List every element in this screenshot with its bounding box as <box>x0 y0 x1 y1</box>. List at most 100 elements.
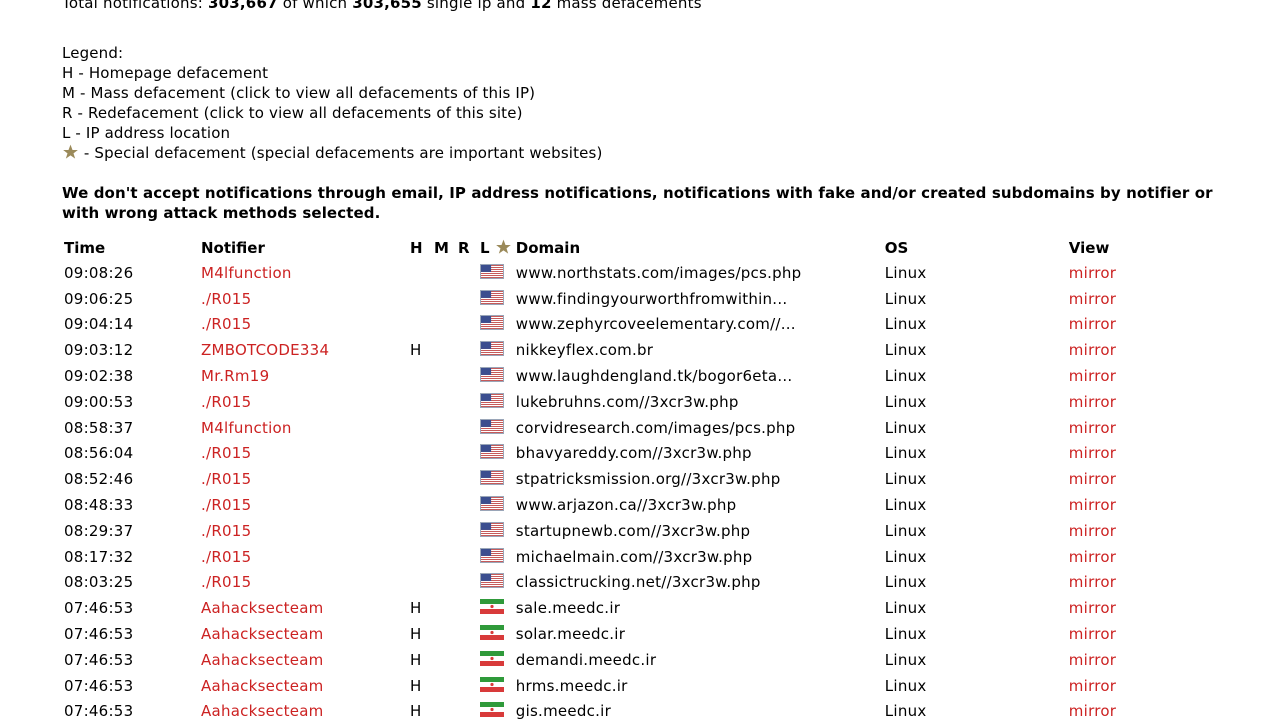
row-notifier: ./R015 <box>197 518 406 544</box>
row-h <box>406 260 430 286</box>
notifier-link[interactable]: ./R015 <box>201 315 251 333</box>
mirror-link[interactable]: mirror <box>1069 599 1116 617</box>
mirror-link[interactable]: mirror <box>1069 496 1116 514</box>
table-row: 07:46:53 Aahacksecteam Hsale.meedc.ir Linux… <box>60 595 1159 621</box>
row-notifier: Aahacksecteam <box>197 647 406 673</box>
row-os: Linux <box>884 496 927 515</box>
row-r <box>454 570 476 596</box>
row-m <box>430 286 454 312</box>
row-m <box>430 337 454 363</box>
notifier-link[interactable]: ZMBOTCODE334 <box>201 341 329 359</box>
mirror-link[interactable]: mirror <box>1069 702 1116 720</box>
mirror-link[interactable]: mirror <box>1069 393 1116 411</box>
row-os: Linux <box>884 676 927 695</box>
iran-flag-icon <box>480 625 504 641</box>
mirror-link[interactable]: mirror <box>1069 677 1116 695</box>
notifier-link[interactable]: Aahacksecteam <box>201 677 324 695</box>
notifier-link[interactable]: Aahacksecteam <box>201 702 324 720</box>
notifier-link[interactable]: ./R015 <box>201 393 251 411</box>
row-r <box>454 595 476 621</box>
table-row: 09:00:53 ./R015 lukebruhns.com//3xcr3w.php… <box>60 389 1159 415</box>
row-h: H <box>410 599 422 618</box>
row-domain: nikkeyflex.com.br <box>515 341 654 360</box>
page-content: Total notifications: 303,667 of which 30… <box>62 0 1252 223</box>
row-view: mirror <box>1065 415 1159 441</box>
row-h: H <box>410 676 422 695</box>
table-row: 09:04:14 ./R015 www.zephyrcoveelementary.c… <box>60 312 1159 338</box>
row-domain: startupnewb.com//3xcr3w.php <box>515 521 751 540</box>
row-os: Linux <box>884 573 927 592</box>
row-time: 08:29:37 <box>64 521 134 540</box>
us-flag-icon <box>480 496 504 512</box>
row-m <box>430 312 454 338</box>
row-h: H <box>410 650 422 669</box>
mirror-link[interactable]: mirror <box>1069 573 1116 591</box>
col-time: Time <box>64 239 106 257</box>
row-location <box>476 647 512 673</box>
row-m <box>430 415 454 441</box>
notifier-link[interactable]: M4lfunction <box>201 264 292 282</box>
row-r <box>454 492 476 518</box>
mirror-link[interactable]: mirror <box>1069 444 1116 462</box>
mass-count: 12 <box>530 0 552 12</box>
row-time: 08:17:32 <box>64 547 134 566</box>
table-header-row: Time Notifier H M R L Domain OS View <box>60 236 1159 260</box>
row-view: mirror <box>1065 286 1159 312</box>
row-os: Linux <box>884 289 927 308</box>
row-h <box>406 441 430 467</box>
notification-policy-notice: We don't accept notifications through em… <box>62 184 1213 222</box>
notifier-link[interactable]: Aahacksecteam <box>201 599 324 617</box>
row-domain: bhavyareddy.com//3xcr3w.php <box>515 444 752 463</box>
defacements-table: Time Notifier H M R L Domain OS View 09:… <box>60 236 1159 724</box>
mirror-link[interactable]: mirror <box>1069 315 1116 333</box>
mirror-link[interactable]: mirror <box>1069 470 1116 488</box>
mirror-link[interactable]: mirror <box>1069 651 1116 669</box>
us-flag-icon <box>480 573 504 589</box>
row-notifier: Mr.Rm19 <box>197 363 406 389</box>
notifier-link[interactable]: ./R015 <box>201 522 251 540</box>
notifier-link[interactable]: M4lfunction <box>201 419 292 437</box>
row-time: 07:46:53 <box>64 625 134 644</box>
row-notifier: ./R015 <box>197 441 406 467</box>
notifier-link[interactable]: Aahacksecteam <box>201 625 324 643</box>
notifier-link[interactable]: Mr.Rm19 <box>201 367 269 385</box>
row-location <box>476 699 512 724</box>
table-row: 07:46:53 Aahacksecteam Hgis.meedc.ir Linux m… <box>60 699 1159 724</box>
notifier-link[interactable]: ./R015 <box>201 573 251 591</box>
mirror-link[interactable]: mirror <box>1069 264 1116 282</box>
mirror-link[interactable]: mirror <box>1069 548 1116 566</box>
notifier-link[interactable]: ./R015 <box>201 548 251 566</box>
notifier-link[interactable]: ./R015 <box>201 290 251 308</box>
row-m <box>430 544 454 570</box>
legend-l: L - IP address location <box>62 124 231 142</box>
totals-prefix: Total notifications: <box>62 0 208 12</box>
row-domain: demandi.meedc.ir <box>515 650 657 669</box>
row-h: H <box>410 702 422 721</box>
table-row: 09:06:25 ./R015 www.findingyourworthfromwi… <box>60 286 1159 312</box>
row-m <box>430 389 454 415</box>
col-r: R <box>458 239 470 257</box>
notifier-link[interactable]: ./R015 <box>201 444 251 462</box>
mirror-link[interactable]: mirror <box>1069 419 1116 437</box>
mirror-link[interactable]: mirror <box>1069 625 1116 643</box>
row-notifier: ./R015 <box>197 312 406 338</box>
row-m <box>430 647 454 673</box>
row-location <box>476 466 512 492</box>
totals-mid: of which <box>277 0 353 12</box>
row-os: Linux <box>884 263 927 282</box>
notifier-link[interactable]: Aahacksecteam <box>201 651 324 669</box>
row-m <box>430 466 454 492</box>
mirror-link[interactable]: mirror <box>1069 367 1116 385</box>
row-os: Linux <box>884 392 927 411</box>
notifier-link[interactable]: ./R015 <box>201 496 251 514</box>
mirror-link[interactable]: mirror <box>1069 290 1116 308</box>
table-row: 08:17:32 ./R015 michaelmain.com//3xcr3w.ph… <box>60 544 1159 570</box>
row-time: 09:08:26 <box>64 263 134 282</box>
row-notifier: ./R015 <box>197 466 406 492</box>
row-r <box>454 389 476 415</box>
mirror-link[interactable]: mirror <box>1069 522 1116 540</box>
row-r <box>454 699 476 724</box>
row-os: Linux <box>884 547 927 566</box>
mirror-link[interactable]: mirror <box>1069 341 1116 359</box>
notifier-link[interactable]: ./R015 <box>201 470 251 488</box>
